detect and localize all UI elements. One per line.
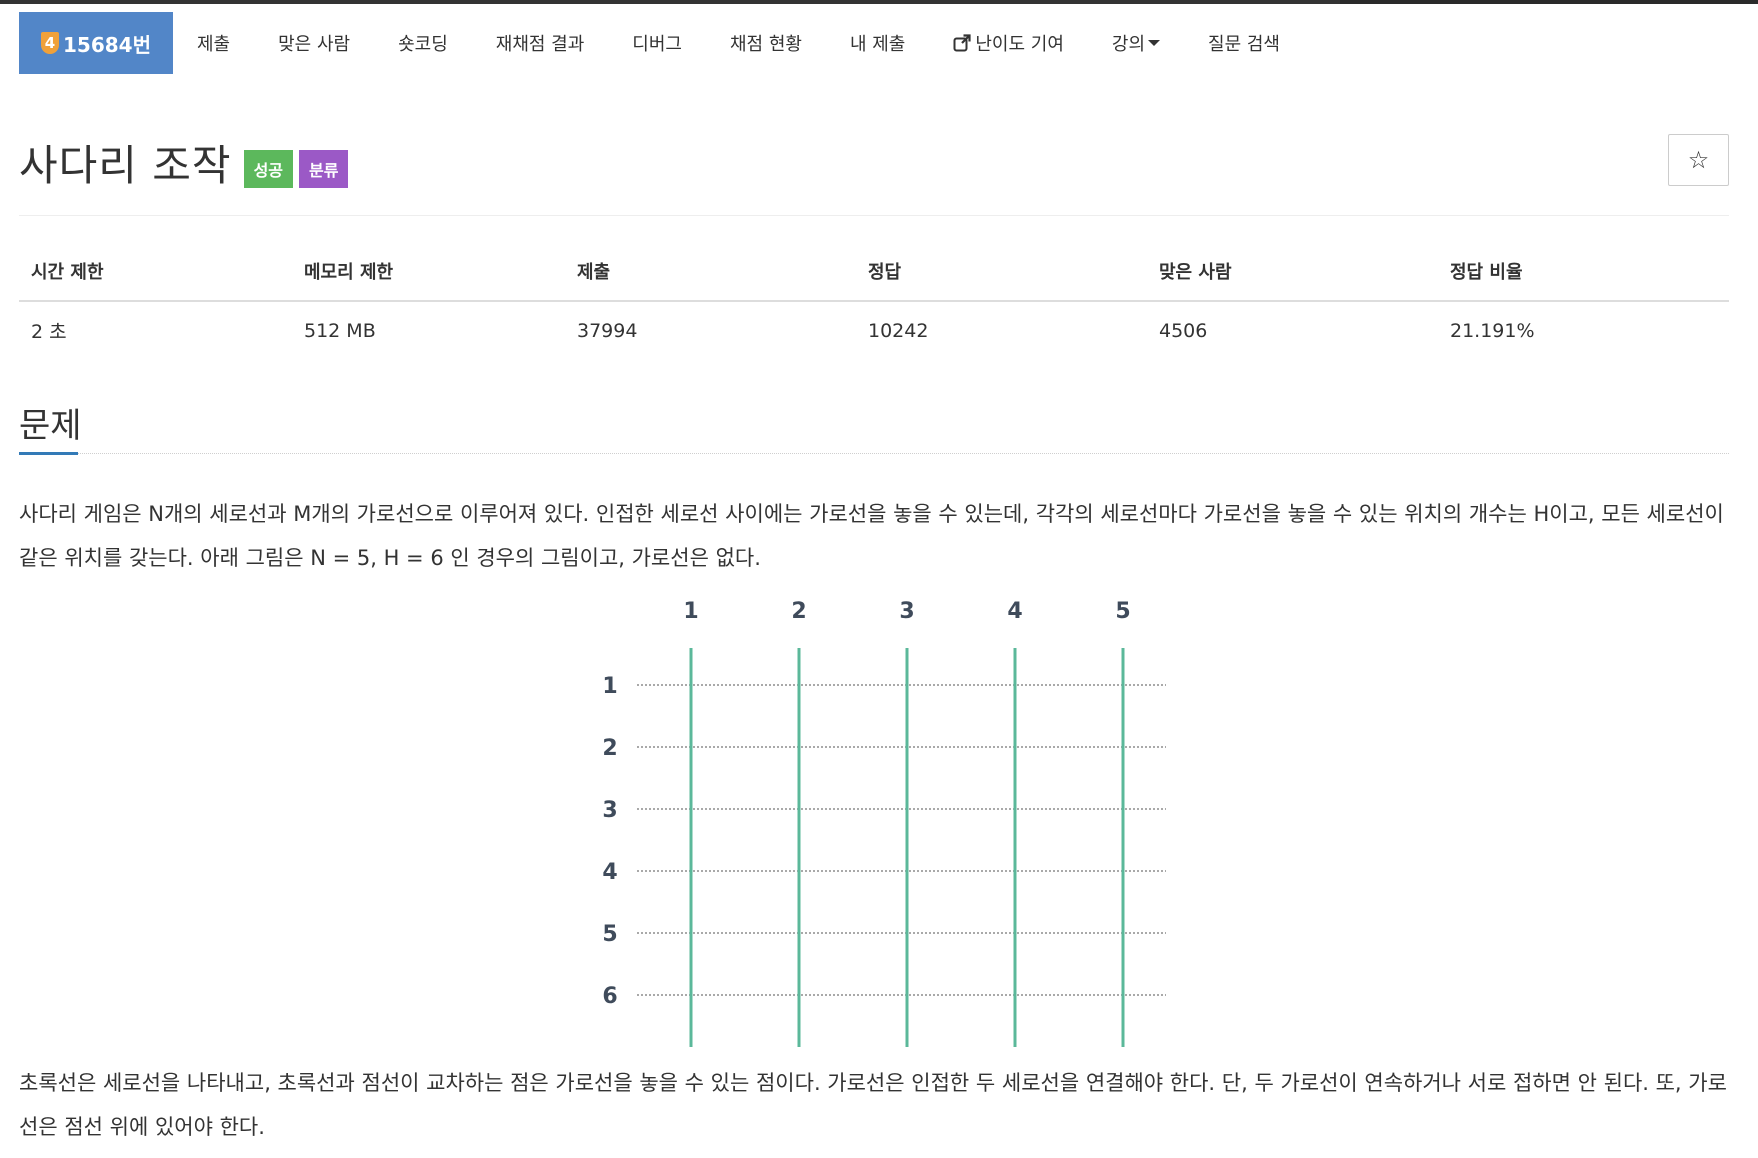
nav-problem-tab[interactable]: 4 15684번	[19, 12, 173, 74]
category-badge[interactable]: 분류	[299, 149, 349, 188]
nav-lecture-dropdown[interactable]: 강의	[1088, 12, 1184, 74]
page-title: 사다리 조작	[19, 141, 232, 190]
top-border-segment	[1340, 0, 1758, 4]
title-divider	[19, 215, 1729, 216]
problem-info-table: 시간 제한 메모리 제한 제출 정답 맞은 사람 정답 비율 2 초 512 M…	[19, 250, 1729, 359]
nav-my-submissions[interactable]: 내 제출	[826, 12, 929, 74]
column-label: 5	[1115, 599, 1130, 624]
nav-problem-label: 15684번	[63, 32, 151, 57]
column-label: 3	[899, 599, 914, 624]
row-label: 4	[602, 860, 617, 885]
value-memory-limit: 512 MB	[304, 319, 376, 342]
nav-rejudge-result[interactable]: 재채점 결과	[472, 12, 609, 74]
external-link-icon	[953, 34, 971, 52]
nav-lecture-label: 강의	[1111, 34, 1146, 55]
nav-short-coding[interactable]: 숏코딩	[374, 12, 472, 74]
value-solved-users: 4506	[1159, 319, 1208, 342]
row-label: 3	[602, 798, 617, 823]
problem-description-2: 초록선은 세로선을 나타내고, 초록선과 점선이 교차하는 점은 가로선을 놓을…	[19, 1071, 1727, 1139]
header-memory-limit: 메모리 제한	[292, 250, 565, 302]
value-accept-ratio: 21.191%	[1450, 319, 1535, 342]
caret-down-icon	[1148, 40, 1161, 46]
value-accepted: 10242	[868, 319, 929, 342]
tier-badge-icon: 4	[41, 32, 59, 54]
problem-description-1: 사다리 게임은 N개의 세로선과 M개의 가로선으로 이루어져 있다. 인접한 …	[19, 502, 1724, 570]
column-label: 1	[683, 599, 698, 624]
top-border	[0, 0, 1758, 4]
problem-nav: 4 15684번 제출 맞은 사람 숏코딩 재채점 결과 디버그 채점 현황 내…	[19, 12, 1304, 74]
section-title-underline	[19, 452, 78, 455]
section-title-problem: 문제	[19, 406, 82, 446]
star-button[interactable]: ☆	[1668, 134, 1729, 186]
row-label: 2	[602, 736, 617, 761]
nav-submit[interactable]: 제출	[173, 12, 254, 74]
nav-debug[interactable]: 디버그	[608, 12, 706, 74]
value-time-limit: 2 초	[31, 321, 67, 343]
header-submissions: 제출	[565, 250, 856, 302]
nav-question-search[interactable]: 질문 검색	[1184, 12, 1304, 74]
header-time-limit: 시간 제한	[19, 250, 292, 302]
status-badge-success: 성공	[243, 149, 294, 188]
header-solved-users: 맞은 사람	[1147, 250, 1438, 302]
table-header-row: 시간 제한 메모리 제한 제출 정답 맞은 사람 정답 비율	[19, 250, 1729, 302]
column-label: 4	[1007, 599, 1022, 624]
table-row: 2 초 512 MB 37994 10242 4506 21.191%	[19, 301, 1729, 359]
nav-difficulty-label: 난이도 기여	[975, 34, 1064, 55]
value-submissions: 37994	[577, 319, 638, 342]
nav-status[interactable]: 채점 현황	[706, 12, 826, 74]
row-label: 5	[602, 922, 617, 947]
section-dotted-rule	[78, 453, 1729, 454]
nav-solved-users[interactable]: 맞은 사람	[254, 12, 374, 74]
row-label: 6	[602, 984, 617, 1009]
header-accept-ratio: 정답 비율	[1438, 250, 1729, 302]
row-label: 1	[602, 674, 617, 699]
column-label: 2	[791, 599, 806, 624]
title-row: 사다리 조작 성공 분류	[19, 132, 349, 193]
ladder-figure: 1 2 3 4 5 6 1 2 3 4 5	[602, 599, 1166, 1047]
header-accepted: 정답	[856, 250, 1147, 302]
nav-difficulty-contribution[interactable]: 난이도 기여	[929, 12, 1088, 74]
